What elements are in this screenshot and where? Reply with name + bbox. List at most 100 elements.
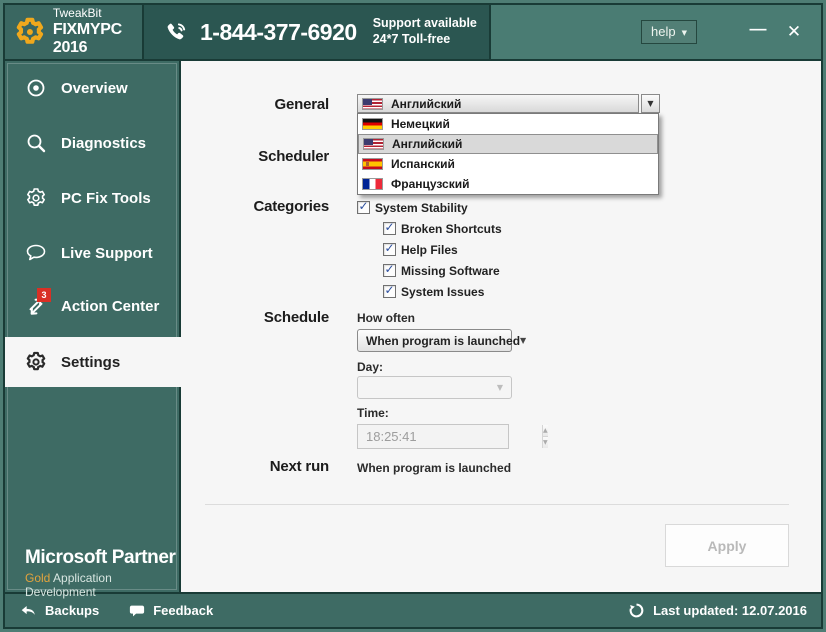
language-combobox-arrow-button[interactable]: ▼	[641, 94, 660, 113]
close-button[interactable]: ✕	[781, 22, 807, 42]
how-often-select[interactable]: When program is launched ▼	[357, 329, 526, 352]
chevron-down-icon: ▼	[681, 28, 687, 37]
scheduler-section-label: Scheduler	[258, 148, 329, 165]
sidebar: Overview Diagnostics PC Fix Tools Live S…	[5, 61, 183, 599]
phone-area: 1-844-377-6920 Support available 24*7 To…	[144, 5, 491, 59]
sidebar-item-settings[interactable]: Settings	[5, 337, 183, 387]
next-run-value: When program is launched	[357, 461, 512, 475]
arrows-icon: 3	[25, 288, 51, 317]
support-line1: Support available	[372, 16, 477, 31]
es-flag-icon	[362, 158, 383, 170]
target-icon	[27, 79, 45, 97]
minimize-button[interactable]: —	[745, 19, 771, 39]
support-phone-number: 1-844-377-6920	[200, 18, 357, 45]
checkbox-missing-software[interactable]: ✓ Missing Software	[383, 262, 500, 278]
fr-flag-icon	[362, 178, 383, 190]
title-bar: TweakBit FIXMYPC 2016 1-844-377-6920 Sup…	[5, 5, 821, 61]
backups-label: Backups	[45, 603, 100, 618]
app-window: TweakBit FIXMYPC 2016 1-844-377-6920 Sup…	[0, 0, 826, 632]
sidebar-item-label: Action Center	[61, 297, 160, 315]
chevron-down-icon: ▼	[496, 383, 503, 392]
checkbox-icon: ✓	[383, 262, 396, 277]
checkbox-broken-shortcuts[interactable]: ✓ Broken Shortcuts	[383, 220, 502, 236]
de-flag-icon	[362, 118, 383, 130]
language-selected-value: Английский	[391, 96, 462, 111]
backup-restore-icon	[21, 605, 35, 615]
feedback-label: Feedback	[153, 603, 214, 618]
checkbox-system-issues[interactable]: ✓ System Issues	[383, 283, 485, 299]
apply-button[interactable]: Apply	[665, 524, 789, 567]
time-label: Time:	[357, 406, 389, 420]
spinner-down-icon: ▼	[543, 437, 548, 448]
language-dropdown-list: Немецкий Английский Испанский Французски…	[357, 113, 659, 195]
sidebar-item-label: PC Fix Tools	[61, 189, 151, 207]
language-option-label: Немецкий	[391, 117, 450, 131]
window-controls-area: help ▼ — ✕	[491, 5, 821, 59]
checkbox-help-files[interactable]: ✓ Help Files	[383, 241, 458, 257]
last-updated-label: Last updated: 12.07.2016	[653, 603, 807, 618]
checkbox-label: Missing Software	[401, 263, 500, 278]
gear-icon	[27, 188, 45, 206]
checkbox-icon: ✓	[357, 199, 370, 214]
backups-link[interactable]: Backups	[19, 602, 99, 620]
categories-section-label: Categories	[253, 198, 329, 215]
brand-name: TweakBit	[52, 5, 102, 20]
us-flag-icon	[363, 138, 384, 150]
check-icon: ✓	[384, 241, 395, 255]
day-select: ▼	[357, 376, 512, 399]
check-icon: ✓	[358, 199, 369, 213]
last-updated-area: Last updated: 12.07.2016	[628, 602, 807, 619]
sidebar-item-label: Live Support	[61, 244, 153, 262]
chevron-down-icon: ▼	[520, 336, 527, 345]
language-option-german[interactable]: Немецкий	[358, 114, 658, 134]
window-body: Overview Diagnostics PC Fix Tools Live S…	[5, 61, 821, 599]
language-option-french[interactable]: Французский	[358, 174, 658, 194]
brand-area: TweakBit FIXMYPC 2016	[5, 5, 144, 59]
action-center-badge: 3	[37, 288, 51, 302]
sidebar-item-action-center[interactable]: 3 Action Center	[5, 281, 181, 331]
sidebar-item-pc-fix-tools[interactable]: PC Fix Tools	[5, 173, 181, 223]
language-option-english[interactable]: Английский	[358, 134, 658, 154]
feedback-bubble-icon	[130, 605, 145, 616]
settings-panel: General Английский ▼ Немецкий Английский	[181, 61, 821, 592]
partner-title: Microsoft Partner	[25, 547, 176, 568]
language-combobox[interactable]: Английский	[357, 94, 639, 113]
check-icon: ✓	[384, 262, 395, 276]
footer-links: Backups Feedback	[19, 602, 213, 620]
checkbox-label: Help Files	[401, 242, 458, 257]
section-divider	[205, 504, 789, 505]
sidebar-item-diagnostics[interactable]: Diagnostics	[5, 118, 181, 168]
language-option-label: Испанский	[391, 157, 455, 171]
sidebar-item-label: Diagnostics	[61, 134, 147, 152]
sidebar-item-overview[interactable]: Overview	[5, 63, 181, 113]
checkbox-system-stability[interactable]: ✓ System Stability	[357, 199, 468, 215]
app-logo-gear-icon	[16, 17, 44, 44]
next-run-label: Next run	[269, 458, 329, 475]
checkbox-label: System Issues	[401, 284, 485, 299]
spinner-up-icon: ▲	[543, 425, 548, 437]
time-spinner-field: ▲ ▼	[357, 424, 548, 449]
check-icon: ✓	[384, 283, 395, 297]
time-input	[358, 425, 542, 448]
brand-text: TweakBit FIXMYPC 2016	[52, 5, 142, 58]
checkbox-icon: ✓	[383, 220, 396, 235]
checkbox-icon: ✓	[383, 241, 396, 256]
sidebar-item-live-support[interactable]: Live Support	[5, 228, 181, 278]
us-flag-icon	[362, 97, 383, 110]
language-option-spanish[interactable]: Испанский	[358, 154, 658, 174]
sidebar-item-label: Overview	[61, 79, 128, 97]
partner-gold-label: Gold	[25, 570, 51, 585]
chat-icon	[26, 244, 46, 261]
checkbox-icon: ✓	[383, 283, 396, 298]
phone-icon	[167, 23, 186, 40]
general-section-label: General	[274, 96, 330, 113]
checkbox-label: System Stability	[375, 200, 468, 215]
feedback-link[interactable]: Feedback	[129, 602, 213, 620]
language-option-label: Английский	[392, 137, 463, 151]
help-button[interactable]: help ▼	[641, 20, 697, 44]
language-option-label: Французский	[391, 177, 470, 191]
window-inner: TweakBit FIXMYPC 2016 1-844-377-6920 Sup…	[3, 3, 823, 629]
day-label: Day:	[357, 360, 384, 374]
time-spinner-buttons: ▲ ▼	[542, 425, 548, 448]
partner-subtitle: Gold Application Development	[25, 571, 179, 600]
